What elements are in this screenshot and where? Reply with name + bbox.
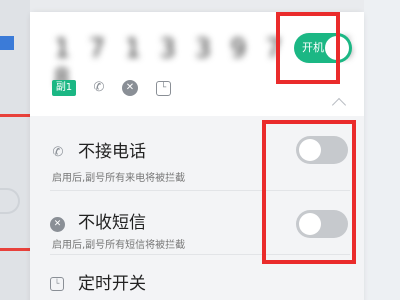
call-blocked-icon: ✆ xyxy=(93,80,105,95)
clock-icon: └ xyxy=(50,277,64,291)
background-toggle-edge xyxy=(0,188,20,214)
message-blocked-icon: ✕ xyxy=(122,80,138,96)
block-sms-title: 不收短信 xyxy=(78,213,146,233)
background-right-panel xyxy=(364,0,400,300)
clock-icon: └ xyxy=(156,81,171,96)
background-divider xyxy=(0,114,30,117)
block-calls-title: 不接电话 xyxy=(78,142,146,162)
call-blocked-icon: ✆ xyxy=(52,145,64,160)
background-tab xyxy=(0,36,14,50)
chevron-up-icon[interactable] xyxy=(331,97,347,113)
block-sms-description: 启用后,副号所有短信将被拦截 xyxy=(52,240,186,251)
message-blocked-icon: ✕ xyxy=(50,217,65,232)
background-left-panel xyxy=(0,0,30,300)
sim-badge: 副1 xyxy=(52,80,76,96)
scheduled-power-title: 定时开关 xyxy=(78,274,146,294)
block-calls-description: 启用后,副号所有来电将被拦截 xyxy=(52,173,186,184)
highlight-box-toggles xyxy=(262,120,356,264)
highlight-box-power xyxy=(276,12,340,84)
background-divider xyxy=(0,248,30,251)
setting-scheduled-power[interactable]: └ 定时开关 xyxy=(30,262,364,300)
